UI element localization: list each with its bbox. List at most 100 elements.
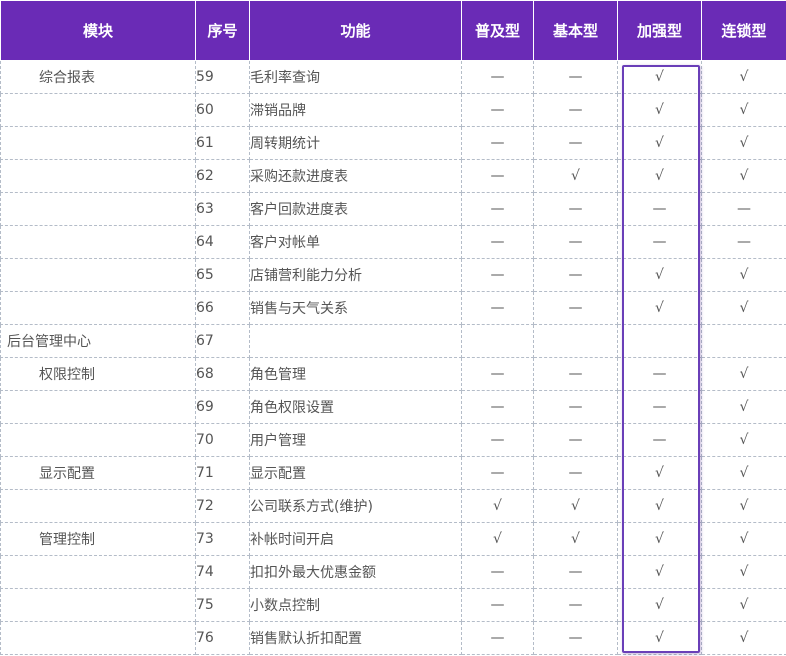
- enhanced-edition-mark: √: [617, 489, 702, 523]
- function-name-cell: 滞销品牌: [249, 93, 462, 127]
- enhanced-edition-mark: √: [617, 555, 702, 589]
- module-cell: 权限控制: [0, 357, 196, 391]
- chain-edition-mark: √: [701, 60, 786, 94]
- enhanced-edition-mark: —: [617, 357, 702, 391]
- table-row: 62 采购还款进度表 — √ √ √: [0, 159, 786, 193]
- basic-edition-mark: —: [533, 390, 618, 424]
- basic-edition-mark: —: [533, 357, 618, 391]
- basic-edition-mark: —: [533, 588, 618, 622]
- basic-edition-mark: —: [533, 93, 618, 127]
- module-cell: [0, 555, 196, 589]
- module-cell: [0, 291, 196, 325]
- chain-edition-mark: √: [701, 621, 786, 655]
- table-row: 权限控制 68 角色管理 — — — √: [0, 357, 786, 391]
- function-name-cell: 角色权限设置: [249, 390, 462, 424]
- table-row: 69 角色权限设置 — — — √: [0, 390, 786, 424]
- table-row: 75 小数点控制 — — √ √: [0, 588, 786, 622]
- popular-edition-mark: —: [461, 555, 534, 589]
- chain-edition-mark: √: [701, 291, 786, 325]
- row-number-cell: 75: [195, 588, 250, 622]
- row-number-cell: 67: [195, 324, 250, 358]
- module-cell: 显示配置: [0, 456, 196, 490]
- popular-edition-mark: —: [461, 93, 534, 127]
- chain-edition-mark: —: [701, 225, 786, 259]
- module-cell: [0, 588, 196, 622]
- function-name-cell: 毛利率查询: [249, 60, 462, 94]
- function-name-cell: 采购还款进度表: [249, 159, 462, 193]
- function-name-cell: 销售与天气关系: [249, 291, 462, 325]
- basic-edition-mark: —: [533, 192, 618, 226]
- basic-edition-mark: —: [533, 456, 618, 490]
- enhanced-edition-mark: √: [617, 159, 702, 193]
- row-number-cell: 64: [195, 225, 250, 259]
- chain-edition-mark: √: [701, 456, 786, 490]
- module-cell: [0, 192, 196, 226]
- function-name-cell: 小数点控制: [249, 588, 462, 622]
- header-module: 模块: [0, 0, 196, 61]
- row-number-cell: 74: [195, 555, 250, 589]
- header-number: 序号: [195, 0, 250, 61]
- chain-edition-mark: √: [701, 357, 786, 391]
- enhanced-edition-mark: √: [617, 621, 702, 655]
- enhanced-edition-mark: —: [617, 192, 702, 226]
- chain-edition-mark: √: [701, 126, 786, 160]
- basic-edition-mark: —: [533, 291, 618, 325]
- module-cell: [0, 423, 196, 457]
- enhanced-edition-mark: [617, 324, 702, 358]
- module-cell: [0, 159, 196, 193]
- basic-edition-mark: —: [533, 258, 618, 292]
- chain-edition-mark: √: [701, 390, 786, 424]
- row-number-cell: 69: [195, 390, 250, 424]
- module-cell: [0, 126, 196, 160]
- row-number-cell: 62: [195, 159, 250, 193]
- module-cell: [0, 258, 196, 292]
- module-cell: [0, 390, 196, 424]
- basic-edition-mark: —: [533, 225, 618, 259]
- function-name-cell: 周转期统计: [249, 126, 462, 160]
- chain-edition-mark: √: [701, 258, 786, 292]
- header-basic-edition: 基本型: [533, 0, 618, 61]
- table-row: 65 店铺营利能力分析 — — √ √: [0, 258, 786, 292]
- basic-edition-mark: √: [533, 522, 618, 556]
- row-number-cell: 61: [195, 126, 250, 160]
- popular-edition-mark: —: [461, 291, 534, 325]
- function-name-cell: 客户对帐单: [249, 225, 462, 259]
- enhanced-edition-mark: √: [617, 93, 702, 127]
- enhanced-edition-mark: √: [617, 456, 702, 490]
- popular-edition-mark: —: [461, 225, 534, 259]
- function-name-cell: 补帐时间开启: [249, 522, 462, 556]
- table-row: 后台管理中心 67: [0, 324, 786, 358]
- header-chain-edition: 连锁型: [701, 0, 786, 61]
- table-row: 72 公司联系方式(维护) √ √ √ √: [0, 489, 786, 523]
- row-number-cell: 72: [195, 489, 250, 523]
- row-number-cell: 76: [195, 621, 250, 655]
- popular-edition-mark: —: [461, 390, 534, 424]
- chain-edition-mark: √: [701, 93, 786, 127]
- module-cell: 后台管理中心: [0, 324, 196, 358]
- header-popular-edition: 普及型: [461, 0, 534, 61]
- module-cell: 管理控制: [0, 522, 196, 556]
- enhanced-edition-mark: —: [617, 423, 702, 457]
- table-row: 管理控制 73 补帐时间开启 √ √ √ √: [0, 522, 786, 556]
- table-row: 综合报表 59 毛利率查询 — — √ √: [0, 60, 786, 94]
- row-number-cell: 66: [195, 291, 250, 325]
- enhanced-edition-mark: √: [617, 588, 702, 622]
- table-row: 70 用户管理 — — — √: [0, 423, 786, 457]
- row-number-cell: 70: [195, 423, 250, 457]
- function-name-cell: 扣扣外最大优惠金额: [249, 555, 462, 589]
- popular-edition-mark: —: [461, 192, 534, 226]
- row-number-cell: 68: [195, 357, 250, 391]
- basic-edition-mark: —: [533, 423, 618, 457]
- function-name-cell: 显示配置: [249, 456, 462, 490]
- popular-edition-mark: —: [461, 423, 534, 457]
- function-name-cell: [249, 324, 462, 358]
- table-row: 64 客户对帐单 — — — —: [0, 225, 786, 259]
- popular-edition-mark: √: [461, 522, 534, 556]
- basic-edition-mark: —: [533, 60, 618, 94]
- enhanced-edition-mark: √: [617, 522, 702, 556]
- popular-edition-mark: —: [461, 357, 534, 391]
- chain-edition-mark: √: [701, 555, 786, 589]
- row-number-cell: 60: [195, 93, 250, 127]
- table-row: 76 销售默认折扣配置 — — √ √: [0, 621, 786, 655]
- chain-edition-mark: [701, 324, 786, 358]
